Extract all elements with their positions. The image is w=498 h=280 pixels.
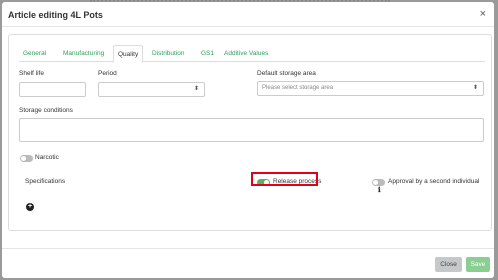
- save-button[interactable]: Save: [466, 257, 490, 272]
- tab-additive-values[interactable]: Additive Values: [220, 45, 272, 62]
- tab-quality[interactable]: Quality: [113, 45, 144, 63]
- storage-conditions-textarea[interactable]: [19, 118, 484, 142]
- approval-label: Approval by a second individual: [388, 178, 480, 185]
- tab-general[interactable]: General: [19, 45, 50, 62]
- default-storage-label: Default storage area: [257, 70, 316, 77]
- narcotic-label: Narcotic: [35, 154, 59, 161]
- close-icon[interactable]: ×: [480, 8, 486, 20]
- modal-title: Article editing 4L Pots: [8, 10, 103, 20]
- modal-footer: Close Save: [2, 248, 494, 278]
- tab-bar: General Manufacturing Quality Distributi…: [19, 45, 485, 63]
- article-edit-modal: Article editing 4L Pots × General Manufa…: [2, 2, 494, 278]
- storage-conditions-label: Storage conditions: [19, 107, 73, 114]
- tab-distribution[interactable]: Distribution: [148, 45, 189, 62]
- info-icon[interactable]: ℹ: [378, 186, 381, 194]
- add-specification-icon[interactable]: +: [26, 203, 34, 211]
- tab-gs1[interactable]: GS1: [197, 45, 218, 62]
- close-button[interactable]: Close: [435, 257, 462, 272]
- quality-panel: General Manufacturing Quality Distributi…: [8, 34, 492, 231]
- shelf-life-input[interactable]: [19, 82, 86, 97]
- tab-manufacturing[interactable]: Manufacturing: [59, 45, 108, 62]
- release-process-highlight: [251, 172, 318, 186]
- select-arrows-icon: ⬍: [472, 85, 478, 91]
- shelf-life-label: Shelf life: [19, 70, 44, 77]
- narcotic-toggle[interactable]: [20, 155, 33, 162]
- modal-header: Article editing 4L Pots ×: [2, 2, 494, 27]
- specifications-label: Specifications: [25, 178, 66, 185]
- default-storage-select[interactable]: Please select storage area ⬍: [257, 81, 484, 96]
- default-storage-placeholder: Please select storage area: [262, 85, 334, 91]
- approval-toggle[interactable]: [372, 179, 385, 186]
- select-arrows-icon: ⬍: [193, 86, 199, 92]
- period-select[interactable]: ⬍: [98, 82, 205, 97]
- period-label: Period: [98, 70, 117, 77]
